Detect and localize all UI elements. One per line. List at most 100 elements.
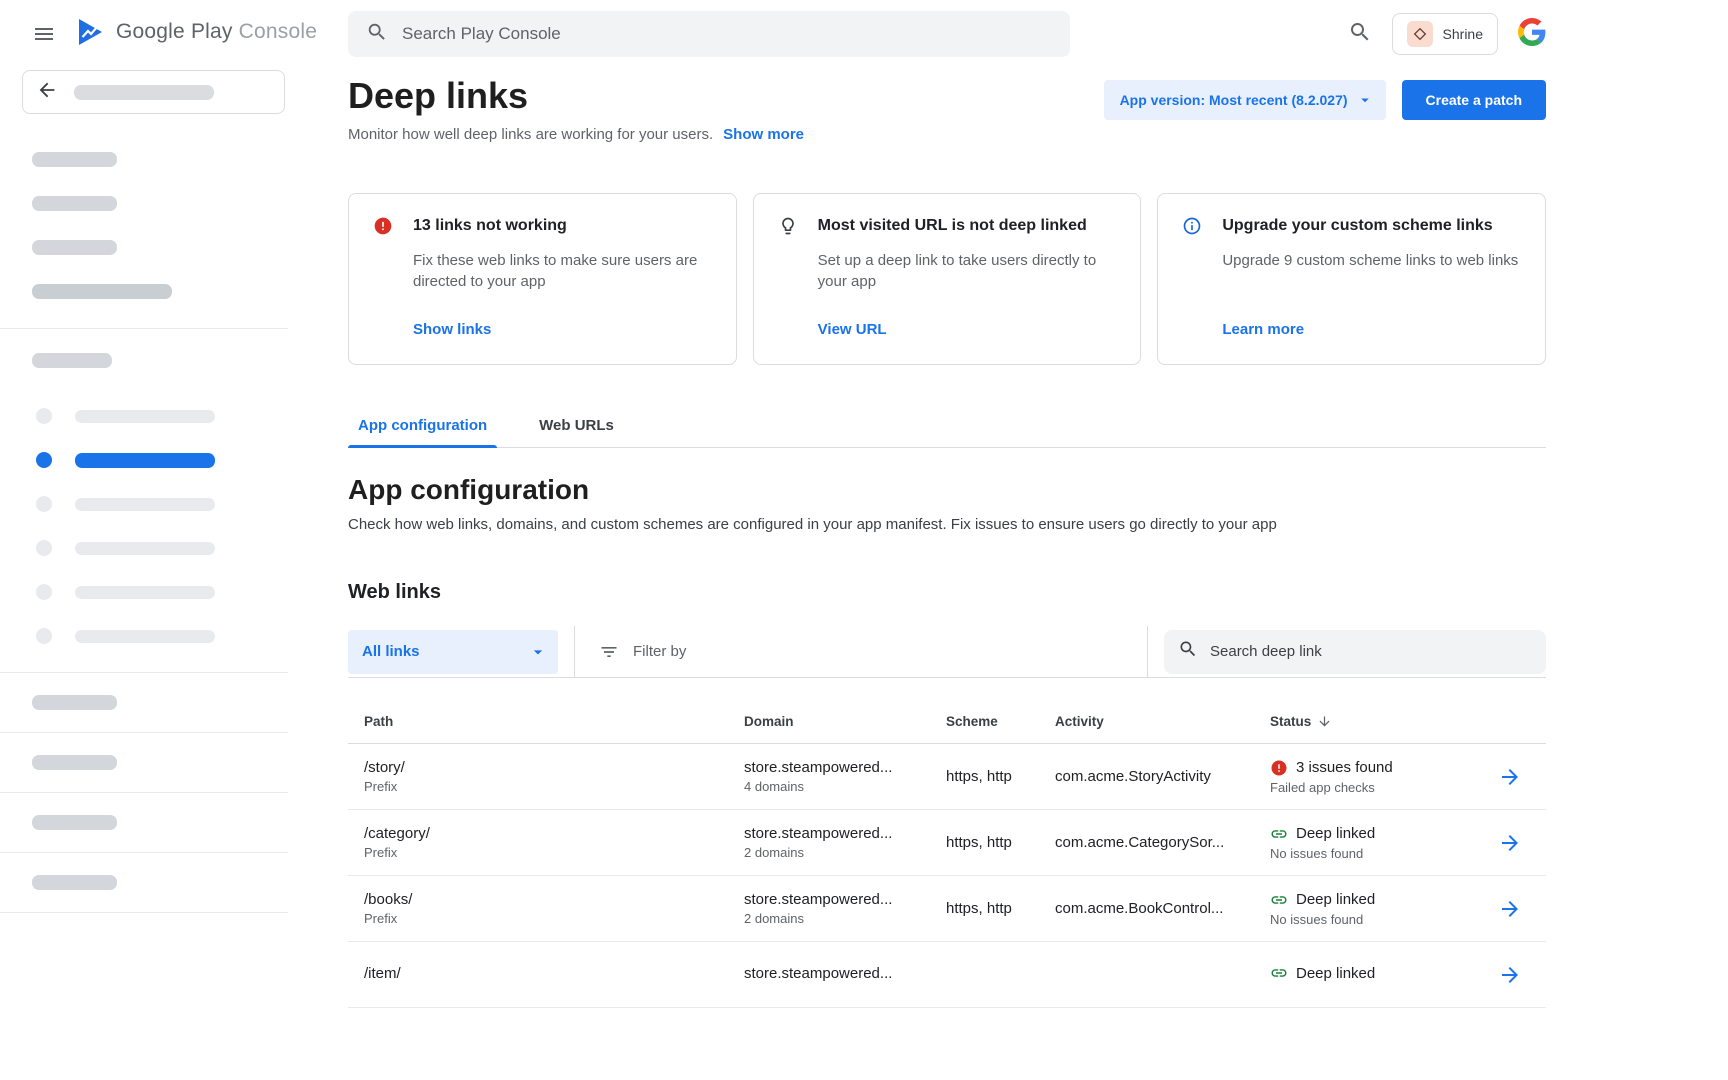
row-scheme: https, http [946, 900, 1055, 917]
row-domain-count: 2 domains [744, 911, 946, 926]
skeleton-bar [32, 755, 117, 770]
info-icon [1182, 216, 1202, 236]
skeleton-bar [32, 196, 117, 211]
nav-item-icon [36, 584, 52, 600]
column-status-sort[interactable]: Status [1270, 714, 1498, 729]
sidebar-divider [0, 912, 288, 913]
search-icon [1178, 639, 1198, 664]
table-row[interactable]: /story/ Prefix store.steampowered... 4 d… [348, 744, 1546, 810]
column-activity: Activity [1055, 714, 1270, 729]
skeleton-bar [32, 875, 117, 890]
skeleton-bar [75, 542, 215, 555]
row-scheme: https, http [946, 768, 1055, 785]
global-search-input[interactable] [402, 24, 1052, 44]
toolbar-divider [1147, 626, 1148, 677]
skeleton-bar [75, 410, 215, 423]
row-open-button[interactable] [1498, 963, 1522, 987]
shrine-app-icon [1407, 21, 1433, 47]
sidebar-nav-item[interactable] [0, 496, 288, 512]
skeleton-bar [32, 353, 112, 368]
nav-item-icon [36, 496, 52, 512]
row-open-button[interactable] [1498, 765, 1522, 789]
row-status-label: Deep linked [1296, 891, 1375, 908]
table-row[interactable]: /books/ Prefix store.steampowered... 2 d… [348, 876, 1546, 942]
row-status-label: 3 issues found [1296, 759, 1393, 776]
row-path: /story/ [364, 759, 744, 776]
nav-item-icon [36, 540, 52, 556]
page-subtitle: Monitor how well deep links are working … [348, 126, 713, 143]
app-version-dropdown[interactable]: App version: Most recent (8.2.027) [1104, 80, 1386, 120]
row-path: /item/ [364, 965, 744, 982]
link-icon [1270, 964, 1288, 982]
sidebar-nav-item[interactable] [0, 628, 288, 644]
row-status: Deep linked No issues found [1270, 825, 1498, 861]
column-path: Path [348, 714, 744, 729]
card-body: Set up a deep link to take users directl… [818, 250, 1117, 292]
column-status-label: Status [1270, 714, 1311, 729]
lightbulb-icon [778, 216, 798, 236]
filter-by-label: Filter by [633, 643, 686, 660]
web-links-title: Web links [348, 581, 1546, 604]
skeleton-bar [75, 586, 215, 599]
sidebar-divider [0, 792, 288, 793]
sidebar-nav-item-selected[interactable] [0, 452, 288, 468]
search-icon[interactable] [1348, 20, 1372, 49]
table-row[interactable]: /category/ Prefix store.steampowered... … [348, 810, 1546, 876]
table-row[interactable]: /item/ store.steampowered... Deep linked [348, 942, 1546, 1008]
row-path-type: Prefix [364, 845, 744, 860]
arrow-forward-icon [1498, 897, 1522, 921]
view-url-link[interactable]: View URL [818, 321, 1117, 338]
row-domain: store.steampowered... [744, 759, 946, 776]
sidebar-nav-item[interactable] [0, 408, 288, 424]
learn-more-link[interactable]: Learn more [1222, 321, 1521, 338]
skeleton-bar [75, 498, 215, 511]
card-body: Fix these web links to make sure users a… [413, 250, 712, 292]
error-icon [373, 216, 393, 236]
sidebar-divider [0, 672, 288, 673]
card-title: 13 links not working [413, 217, 567, 235]
filter-by-button[interactable]: Filter by [599, 642, 686, 662]
menu-icon[interactable] [32, 22, 56, 46]
app-version-label: App version: Most recent (8.2.027) [1120, 92, 1348, 108]
create-patch-button[interactable]: Create a patch [1402, 80, 1546, 120]
row-scheme: https, http [946, 834, 1055, 851]
row-open-button[interactable] [1498, 897, 1522, 921]
row-open-button[interactable] [1498, 831, 1522, 855]
row-domain: store.steampowered... [744, 965, 946, 982]
row-activity: com.acme.StoryActivity [1055, 768, 1270, 785]
tab-web-urls[interactable]: Web URLs [529, 407, 624, 447]
sidebar-nav-item[interactable] [0, 584, 288, 600]
links-filter-select[interactable]: All links [348, 630, 558, 674]
play-console-logo[interactable]: Google Play Console [74, 16, 317, 48]
row-domain: store.steampowered... [744, 825, 946, 842]
search-icon [366, 21, 388, 48]
row-domain-count: 2 domains [744, 845, 946, 860]
section-description: Check how web links, domains, and custom… [348, 516, 1546, 533]
sidebar-nav-item[interactable] [0, 540, 288, 556]
link-icon [1270, 825, 1288, 843]
row-activity: com.acme.CategorySor... [1055, 834, 1270, 851]
row-path-type: Prefix [364, 911, 744, 926]
row-domain-count: 4 domains [744, 779, 946, 794]
dropdown-icon [1356, 91, 1374, 109]
row-domain: store.steampowered... [744, 891, 946, 908]
row-status: Deep linked [1270, 964, 1498, 985]
skeleton-bar [75, 630, 215, 643]
skeleton-bar [32, 815, 117, 830]
deep-link-search[interactable] [1164, 630, 1546, 674]
tab-app-configuration[interactable]: App configuration [348, 407, 497, 447]
app-switcher-chip[interactable]: Shrine [1392, 13, 1498, 55]
global-search[interactable] [348, 11, 1070, 57]
show-links-link[interactable]: Show links [413, 321, 712, 338]
card-title: Upgrade your custom scheme links [1222, 217, 1492, 235]
deep-link-search-input[interactable] [1210, 643, 1532, 660]
row-path-type: Prefix [364, 779, 744, 794]
links-filter-value: All links [362, 643, 420, 660]
row-activity: com.acme.BookControl... [1055, 900, 1270, 917]
google-g-icon[interactable] [1518, 18, 1546, 51]
web-links-toolbar: All links Filter by [348, 626, 1546, 678]
skeleton-bar [32, 695, 117, 710]
back-button[interactable] [22, 70, 285, 114]
show-more-link[interactable]: Show more [723, 126, 804, 143]
sort-desc-icon [1317, 714, 1332, 729]
